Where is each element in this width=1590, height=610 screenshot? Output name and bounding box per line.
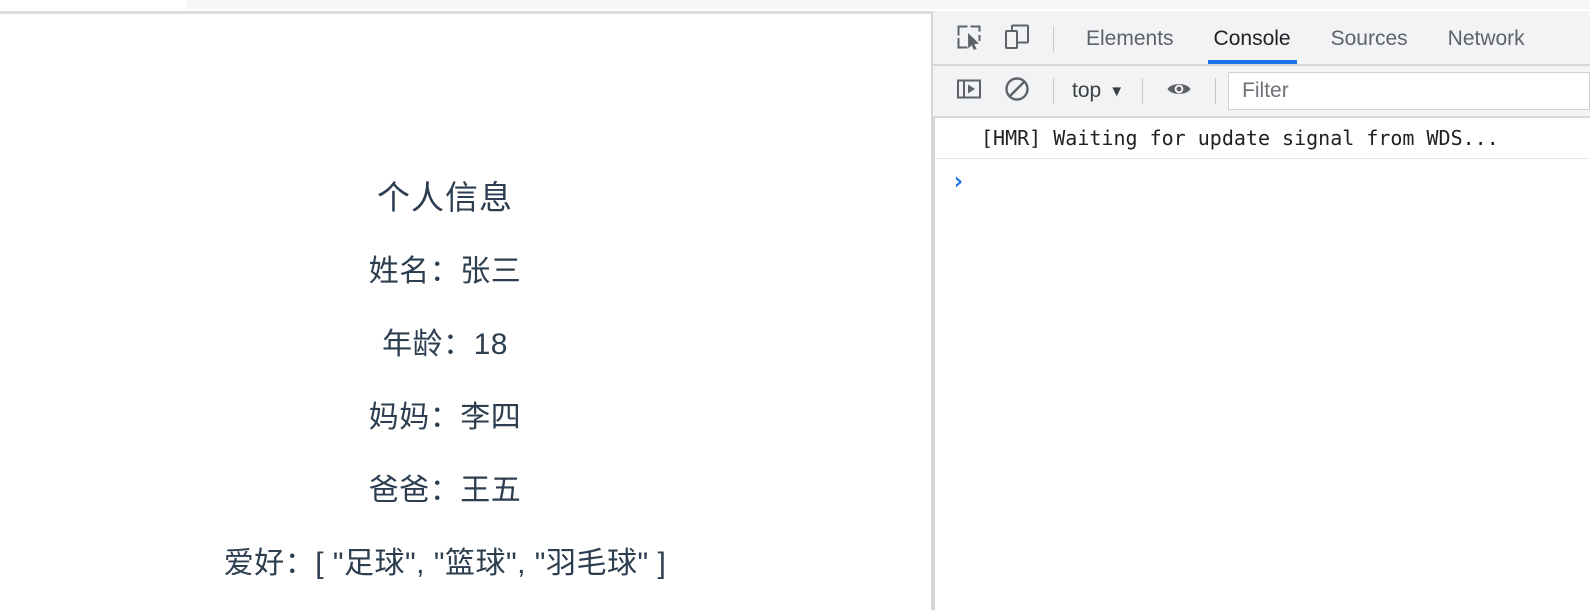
console-sidebar-button[interactable] [945,68,993,114]
browser-chrome-strip-inner [186,0,1590,9]
info-label-hobbies: 爱好： [223,547,316,580]
live-expression-button[interactable] [1155,68,1203,114]
info-label-age: 年龄： [382,328,474,361]
browser-chrome-strip [0,0,1590,11]
info-label-mother: 妈妈： [368,401,461,434]
tab-console[interactable]: Console [1194,14,1311,64]
console-context-selector[interactable]: top ▼ [1066,79,1130,103]
live-expression-eye-icon [1166,76,1192,107]
chevron-down-icon: ▼ [1109,82,1125,100]
page-viewport: 个人信息 姓名：张三 年龄：18 妈妈：李四 爸爸：王五 爱好：[ "足球", … [0,14,933,610]
info-row: 爱好：[ "足球", "篮球", "羽毛球" ] [0,506,890,579]
console-context-label: top [1072,79,1102,102]
info-row: 妈妈：李四 [0,360,890,433]
console-left-edge [933,118,935,610]
devtools-tabbar: Elements Console Sources Network [933,14,1590,66]
personal-info-card: 个人信息 姓名：张三 年龄：18 妈妈：李四 爸爸：王五 爱好：[ "足球", … [0,14,890,579]
device-toolbar-button[interactable] [993,16,1041,62]
devtools-panel: Elements Console Sources Network top ▼ F… [933,11,1590,610]
console-prompt-row[interactable]: › [933,159,1590,203]
toolbar-divider [1053,26,1054,52]
info-row: 爸爸：王五 [0,433,890,506]
console-prompt-input[interactable] [965,167,1590,195]
toolbar-divider [1215,78,1217,104]
browser-window: 个人信息 姓名：张三 年龄：18 妈妈：李四 爸爸：王五 爱好：[ "足球", … [0,0,1590,610]
inspect-element-icon [956,24,982,55]
tab-sources[interactable]: Sources [1311,14,1428,64]
info-value-name: 张三 [460,255,522,288]
console-message: [HMR] Waiting for update signal from WDS… [933,118,1590,159]
info-value-hobbies: [ "足球", "篮球", "羽毛球" ] [315,547,667,580]
inspect-element-button[interactable] [945,16,993,62]
console-filter-input[interactable]: Filter [1228,72,1590,110]
tab-network[interactable]: Network [1428,14,1545,64]
info-value-mother: 李四 [460,401,522,434]
info-label-father: 爸爸： [368,474,461,507]
clear-console-button[interactable] [993,68,1041,114]
page-title: 个人信息 [377,179,513,216]
clear-console-icon [1004,76,1030,107]
console-toolbar: top ▼ Filter [933,66,1590,118]
info-row: 姓名：张三 [0,214,890,287]
info-row: 年龄：18 [0,287,890,360]
toolbar-divider [1142,78,1144,104]
device-toolbar-icon [1004,24,1030,55]
tab-elements[interactable]: Elements [1066,14,1194,64]
console-sidebar-icon [956,76,982,107]
toolbar-divider [1053,78,1054,104]
info-value-father: 王五 [460,474,522,507]
console-filter-placeholder: Filter [1242,79,1289,102]
console-output: [HMR] Waiting for update signal from WDS… [933,118,1590,610]
info-value-age: 18 [473,328,508,361]
console-prompt-caret-icon: › [951,167,966,195]
info-label-name: 姓名： [368,255,461,288]
